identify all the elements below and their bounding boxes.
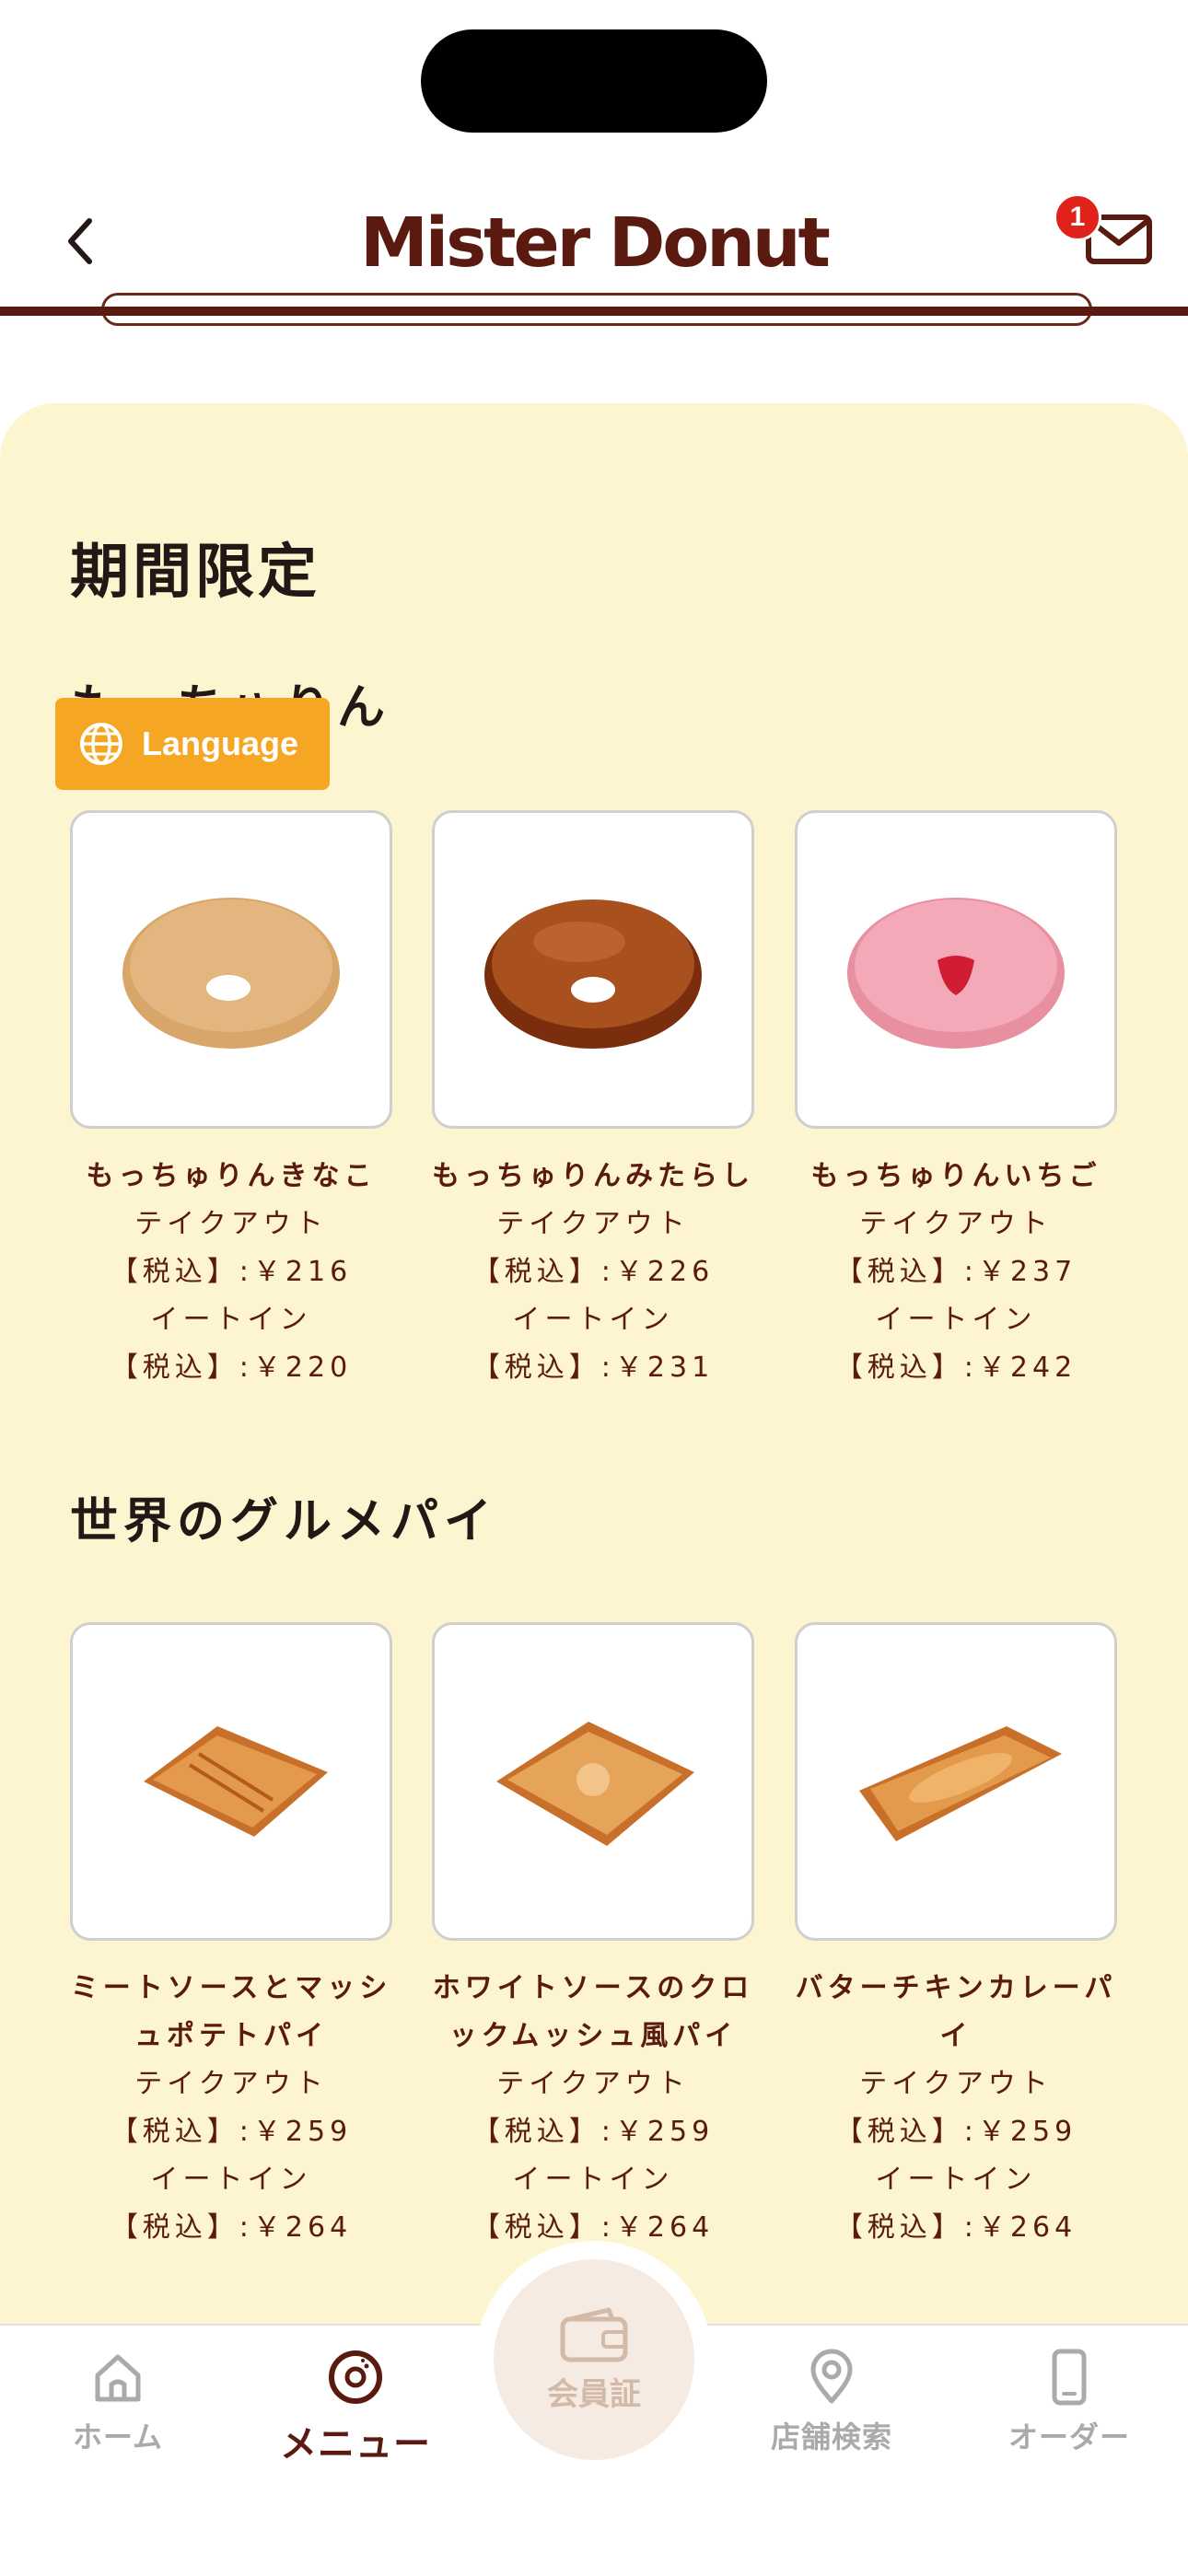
eatin-label: イートイン bbox=[150, 2164, 312, 2196]
product-name-line2: ックムッシュ風パイ bbox=[448, 2020, 738, 2052]
mister-donut-logo: Mister Donut bbox=[360, 203, 831, 283]
map-pin-icon bbox=[810, 2349, 853, 2404]
header-divider bbox=[0, 307, 1188, 316]
product-info-croque-pie: ホワイトソースのクロ ックムッシュ風パイ テイクアウト 【税込】:￥259 イー… bbox=[412, 1965, 775, 2252]
product-name-line2: ュポテトパイ bbox=[134, 2020, 328, 2052]
donut-ichigo-image bbox=[847, 898, 1065, 1049]
product-card-mitarashi[interactable] bbox=[432, 810, 754, 1129]
product-info-butter-chicken-pie: バターチキンカレーパ イ テイクアウト 【税込】:￥259 イートイン 【税込】… bbox=[775, 1965, 1137, 2252]
product-info-mitarashi: もっちゅりんみたらし テイクアウト 【税込】:￥226 イートイン 【税込】:￥… bbox=[412, 1153, 775, 1392]
chevron-left-icon bbox=[68, 218, 92, 264]
wallet-icon bbox=[560, 2307, 628, 2361]
eatin-price: 【税込】:￥242 bbox=[834, 1352, 1077, 1384]
smartphone-icon bbox=[1052, 2349, 1087, 2406]
takeout-label: テイクアウト bbox=[496, 2068, 690, 2100]
eatin-label: イートイン bbox=[150, 1304, 312, 1336]
tab-order-label: オーダー bbox=[1007, 2419, 1130, 2454]
takeout-price: 【税込】:￥237 bbox=[834, 1256, 1077, 1288]
takeout-label: テイクアウト bbox=[859, 1208, 1053, 1240]
donut-mitarashi-image bbox=[484, 899, 702, 1049]
product-name-line1: バターチキンカレーパ bbox=[795, 1972, 1117, 2004]
product-info-kinako: もっちゅりんきなこ テイクアウト 【税込】:￥216 イートイン 【税込】:￥2… bbox=[50, 1153, 413, 1392]
takeout-label: テイクアウト bbox=[134, 2068, 328, 2100]
takeout-price: 【税込】:￥216 bbox=[110, 1256, 353, 1288]
eatin-label: イートイン bbox=[875, 2164, 1037, 2196]
takeout-label: テイクアウト bbox=[859, 2068, 1053, 2100]
pie-croque-image bbox=[496, 1722, 694, 1846]
eatin-price: 【税込】:￥264 bbox=[110, 2211, 353, 2244]
section-title-gourmet-pie: 世界のグルメパイ bbox=[70, 1494, 498, 1549]
takeout-price: 【税込】:￥259 bbox=[110, 2116, 353, 2148]
home-icon bbox=[95, 2354, 141, 2402]
product-name-line1: ホワイトソースのクロ bbox=[432, 1972, 754, 2004]
takeout-price: 【税込】:￥259 bbox=[472, 2116, 715, 2148]
eatin-label: イートイン bbox=[512, 1304, 674, 1336]
takeout-label: テイクアウト bbox=[496, 1208, 690, 1240]
product-name: もっちゅりんきなこ bbox=[86, 1160, 377, 1192]
tab-store-search[interactable]: 店舗検索 bbox=[740, 2348, 924, 2477]
globe-icon bbox=[80, 723, 122, 765]
tab-menu-label: メニュー bbox=[280, 2423, 431, 2466]
pie-meat-sauce-image bbox=[144, 1726, 328, 1837]
tab-store-search-label: 店舗検索 bbox=[770, 2419, 892, 2454]
eatin-price: 【税込】:￥231 bbox=[472, 1352, 715, 1384]
product-name-line1: ミートソースとマッシ bbox=[70, 1972, 392, 2004]
product-info-meat-sauce-pie: ミートソースとマッシ ュポテトパイ テイクアウト 【税込】:￥259 イートイン… bbox=[50, 1965, 413, 2252]
member-card-label: 会員証 bbox=[547, 2375, 641, 2413]
eatin-label: イートイン bbox=[512, 2164, 674, 2196]
pie-butter-chicken-image bbox=[859, 1726, 1062, 1841]
donut-icon bbox=[329, 2350, 382, 2404]
eatin-price: 【税込】:￥264 bbox=[834, 2211, 1077, 2244]
product-card-butter-chicken-pie[interactable] bbox=[795, 1622, 1117, 1941]
donut-kinako-image bbox=[122, 898, 340, 1049]
language-label: Language bbox=[142, 725, 299, 762]
tab-home[interactable]: ホーム bbox=[26, 2348, 210, 2477]
section-title-limited: 期間限定 bbox=[70, 539, 320, 607]
product-card-meat-sauce-pie[interactable] bbox=[70, 1622, 392, 1941]
product-name: もっちゅりんみたらし bbox=[432, 1160, 754, 1192]
takeout-price: 【税込】:￥259 bbox=[834, 2116, 1077, 2148]
dynamic-island bbox=[421, 29, 767, 133]
product-card-kinako[interactable] bbox=[70, 810, 392, 1129]
back-button[interactable] bbox=[48, 204, 112, 278]
product-card-croque-pie[interactable] bbox=[432, 1622, 754, 1941]
takeout-label: テイクアウト bbox=[134, 1208, 328, 1240]
product-card-ichigo[interactable] bbox=[795, 810, 1117, 1129]
tab-menu[interactable]: メニュー bbox=[263, 2348, 448, 2477]
tab-home-label: ホーム bbox=[72, 2419, 164, 2454]
mail-badge: 1 bbox=[1054, 193, 1101, 241]
takeout-price: 【税込】:￥226 bbox=[472, 1256, 715, 1288]
language-button[interactable]: Language bbox=[55, 698, 330, 790]
eatin-price: 【税込】:￥220 bbox=[110, 1352, 353, 1384]
product-name: もっちゅりんいちご bbox=[810, 1160, 1101, 1192]
tab-order[interactable]: オーダー bbox=[977, 2348, 1161, 2477]
product-name-line2: イ bbox=[939, 2020, 973, 2052]
member-card-button[interactable]: 会員証 bbox=[494, 2259, 694, 2460]
product-info-ichigo: もっちゅりんいちご テイクアウト 【税込】:￥237 イートイン 【税込】:￥2… bbox=[775, 1153, 1137, 1392]
eatin-label: イートイン bbox=[875, 1304, 1037, 1336]
